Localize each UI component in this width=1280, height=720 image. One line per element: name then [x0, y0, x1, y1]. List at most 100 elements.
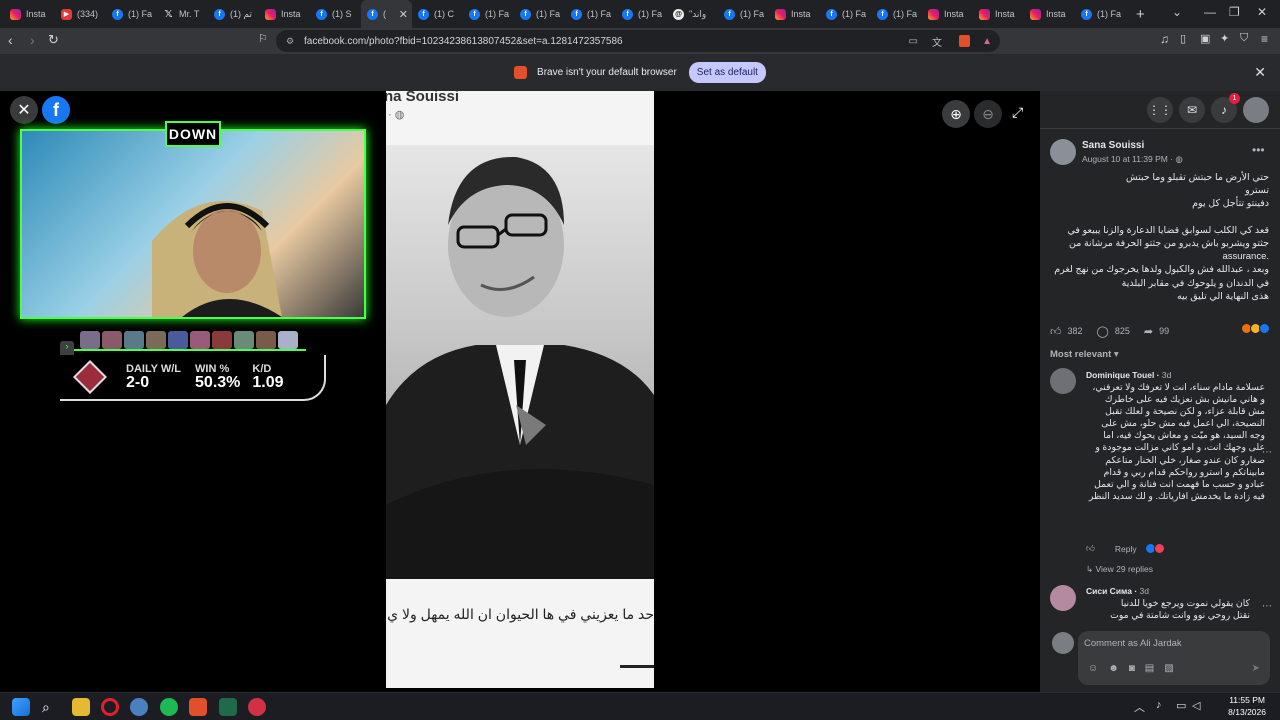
sidebar-icon[interactable]: ▯: [1180, 32, 1186, 45]
camera-icon[interactable]: ◙: [1129, 663, 1135, 674]
sticker-icon[interactable]: ▧: [1164, 663, 1173, 674]
tab-search-icon[interactable]: ⌄: [1172, 5, 1182, 19]
close-tab-icon[interactable]: ✕: [399, 8, 408, 21]
leo-ai-icon[interactable]: ✦: [1220, 32, 1229, 45]
comment-author[interactable]: Сиси Сима · 3d: [1086, 586, 1149, 596]
reload-icon[interactable]: ↻: [48, 32, 59, 48]
browser-tab[interactable]: Insta: [769, 0, 820, 28]
site-info-icon[interactable]: ⚙: [286, 36, 294, 47]
browser-tab[interactable]: f (1) Fa: [463, 0, 514, 28]
app-icon[interactable]: [130, 698, 148, 716]
commenter-avatar[interactable]: [1050, 585, 1076, 611]
browser-tab[interactable]: f (1) Fa: [616, 0, 667, 28]
author-avatar[interactable]: [1050, 139, 1076, 165]
gif-icon[interactable]: ▤: [1145, 663, 1154, 674]
set-default-button[interactable]: Set as default: [688, 62, 766, 83]
browser-tab[interactable]: @ "واند: [667, 0, 718, 28]
share-count[interactable]: ➦ 99: [1144, 325, 1169, 338]
wallet-icon[interactable]: ▣: [1200, 32, 1210, 45]
comment-input[interactable]: [1084, 635, 1254, 651]
reaction-row: 👍︎ 382 ◯ 825 ➦ 99: [1050, 323, 1270, 339]
view-replies[interactable]: ↳ View 29 replies: [1086, 564, 1153, 575]
restore-icon[interactable]: ❐: [1229, 5, 1240, 19]
brave-rewards-icon[interactable]: ▲: [982, 36, 992, 47]
reply-button[interactable]: Reply: [1115, 544, 1137, 554]
more-options-icon[interactable]: •••: [1252, 143, 1265, 157]
reaction-summary[interactable]: [1241, 323, 1270, 334]
microphone-icon[interactable]: ♪: [1156, 699, 1162, 711]
browser-tab[interactable]: Insta: [922, 0, 973, 28]
close-banner-icon[interactable]: ✕: [1254, 64, 1266, 81]
close-window-icon[interactable]: ✕: [1257, 5, 1267, 19]
browser-tab[interactable]: f (✕: [361, 0, 412, 28]
like-icon[interactable]: 👍︎: [1086, 543, 1095, 554]
brave-shields-icon[interactable]: [959, 35, 970, 47]
tab-title: (1) Fa: [128, 9, 153, 19]
spotify-icon[interactable]: [160, 698, 178, 716]
zoom-out-icon[interactable]: ⊖: [974, 100, 1002, 128]
messenger-icon[interactable]: ✉: [1179, 97, 1205, 123]
browser-tab[interactable]: Insta: [259, 0, 310, 28]
comment-options-icon[interactable]: ⋯: [1262, 447, 1272, 458]
post-date[interactable]: August 10 at 11:39 PM · ◍: [1082, 154, 1183, 165]
champion-icon: [256, 331, 277, 349]
clock[interactable]: 11:55 PM 8/13/2026: [1228, 694, 1266, 718]
browser-tab[interactable]: ▶ (334): [55, 0, 106, 28]
browser-tab[interactable]: f (1) Fa: [565, 0, 616, 28]
comment-count[interactable]: ◯ 825: [1097, 325, 1130, 338]
url-bar[interactable]: ⚙ facebook.com/photo?fbid=10234238613807…: [276, 30, 1000, 52]
tab-title: Insta: [995, 9, 1015, 19]
new-tab-button[interactable]: +: [1136, 6, 1145, 23]
app-icon[interactable]: [248, 698, 266, 716]
close-viewer-icon[interactable]: ✕: [10, 96, 38, 124]
tray-chevron-icon[interactable]: ︿: [1134, 699, 1145, 715]
default-browser-banner: Brave isn't your default browser Set as …: [0, 54, 1280, 91]
browser-tab[interactable]: Insta: [1024, 0, 1075, 28]
browser-tab[interactable]: f (1) Fa: [514, 0, 565, 28]
browser-tab[interactable]: f (1) Fa: [871, 0, 922, 28]
comment-options-icon[interactable]: ⋯: [1262, 601, 1272, 612]
comment-author[interactable]: Dominique Touel · 3d: [1086, 370, 1171, 380]
post-author[interactable]: Sana Souissi: [1082, 140, 1144, 151]
facebook-logo-icon[interactable]: f: [42, 96, 70, 124]
translate-icon[interactable]: 文: [932, 34, 942, 49]
minimize-icon[interactable]: —: [1204, 5, 1216, 19]
browser-tab[interactable]: 𝕏 Mr. T: [157, 0, 208, 28]
avatar-sticker-icon[interactable]: ☺: [1088, 663, 1098, 674]
browser-tab[interactable]: f (1) Fa: [718, 0, 769, 28]
zoom-in-icon[interactable]: ⊕: [942, 100, 970, 128]
browser-tab[interactable]: f (1) C: [412, 0, 463, 28]
browser-tab[interactable]: f (1) S: [310, 0, 361, 28]
browser-tab[interactable]: Insta: [4, 0, 55, 28]
media-icon[interactable]: ♫: [1160, 32, 1169, 46]
fullscreen-icon[interactable]: ⤢: [1012, 104, 1023, 121]
send-icon[interactable]: ➤: [1252, 663, 1260, 674]
brave-icon[interactable]: [189, 698, 207, 716]
search-icon[interactable]: ⌕: [42, 698, 60, 716]
back-icon[interactable]: ‹: [8, 32, 13, 48]
opera-icon[interactable]: [101, 698, 119, 716]
network-icon[interactable]: ▭: [1176, 699, 1186, 712]
bookmark-icon[interactable]: ⚐: [258, 32, 268, 45]
browser-tab[interactable]: f (1) Fa: [106, 0, 157, 28]
comment-reactions[interactable]: [1144, 543, 1165, 554]
forward-icon[interactable]: ›: [30, 32, 35, 48]
menu-icon[interactable]: ≡: [1261, 32, 1268, 46]
commenter-avatar[interactable]: [1050, 368, 1076, 394]
browser-tab[interactable]: f (1) تم: [208, 0, 259, 28]
volume-icon[interactable]: ◁: [1192, 699, 1200, 712]
like-count[interactable]: 👍︎ 382: [1050, 325, 1083, 338]
cast-icon[interactable]: ▭: [909, 36, 918, 47]
browser-tab[interactable]: f (1) Fa: [1075, 0, 1126, 28]
emoji-icon[interactable]: ☻: [1108, 663, 1119, 674]
comment-sort[interactable]: Most relevant ▾: [1050, 349, 1119, 360]
profile-avatar[interactable]: [1243, 97, 1269, 123]
app-icon[interactable]: [219, 698, 237, 716]
browser-tab[interactable]: f (1) Fa: [820, 0, 871, 28]
browser-tab[interactable]: Insta: [973, 0, 1024, 28]
rank-emblem-icon: [73, 360, 107, 394]
file-explorer-icon[interactable]: [72, 698, 90, 716]
windows-start-icon[interactable]: [12, 698, 30, 716]
vpn-icon[interactable]: ⛉: [1240, 32, 1248, 45]
menu-grid-icon[interactable]: ⋮⋮: [1147, 97, 1173, 123]
